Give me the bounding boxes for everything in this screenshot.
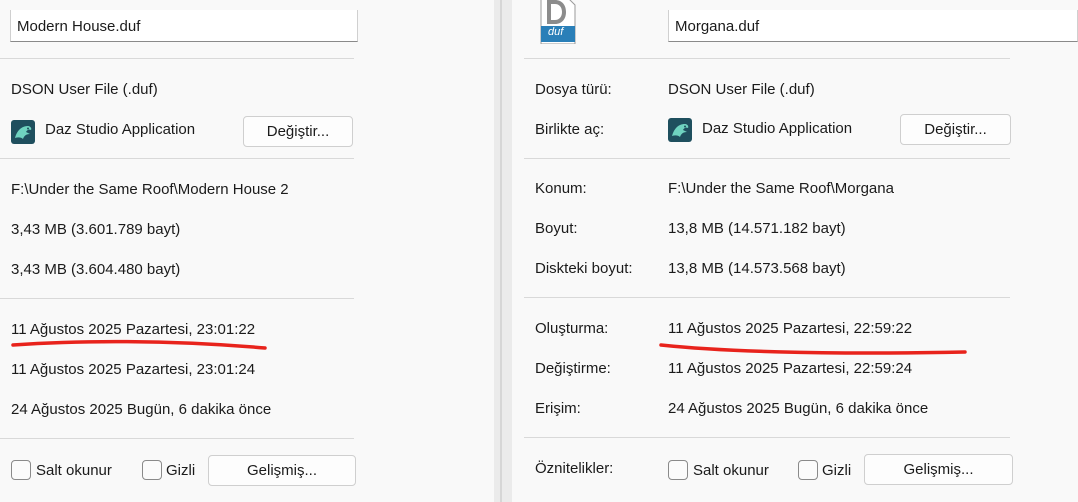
file-name-value: Morgana.duf (675, 18, 760, 35)
location-value: F:\Under the Same Roof\Modern House 2 (11, 181, 289, 198)
change-open-with-button[interactable]: Değiştir... (900, 114, 1011, 145)
change-open-with-button[interactable]: Değiştir... (243, 116, 353, 147)
readonly-label: Salt okunur (693, 462, 769, 479)
separator (524, 297, 1010, 298)
separator (0, 298, 354, 299)
right-properties-panel: duf Morgana.duf Dosya türü: DSON User Fi… (512, 0, 1078, 502)
red-underline-annotation (11, 339, 267, 350)
size-on-disk-value: 13,8 MB (14.573.568 bayt) (668, 260, 846, 277)
created-label: Oluşturma: (535, 320, 609, 337)
separator (0, 158, 354, 159)
hidden-checkbox[interactable] (142, 460, 162, 480)
accessed-label: Erişim: (535, 400, 581, 417)
file-type-value: DSON User File (.duf) (11, 81, 158, 98)
size-on-disk-label: Diskteki boyut: (535, 260, 633, 277)
window-divider (494, 0, 512, 502)
red-underline-annotation (659, 343, 967, 355)
size-on-disk-value: 3,43 MB (3.604.480 bayt) (11, 261, 181, 278)
open-with-label: Birlikte aç: (535, 121, 605, 138)
file-name-value: Modern House.duf (17, 18, 141, 35)
file-type-value: DSON User File (.duf) (668, 81, 815, 98)
file-name-input[interactable]: Morgana.duf (668, 10, 1078, 42)
file-name-input[interactable]: Modern House.duf (10, 10, 358, 42)
open-with-app-name: Daz Studio Application (702, 120, 853, 137)
separator (524, 58, 1010, 59)
separator (0, 58, 354, 59)
left-properties-panel: Modern House.duf DSON User File (.duf) D… (0, 0, 494, 502)
advanced-button[interactable]: Gelişmiş... (208, 455, 356, 486)
accessed-value: 24 Ağustos 2025 Bugün, 6 dakika önce (11, 401, 272, 418)
readonly-checkbox[interactable] (11, 460, 31, 480)
modified-value: 11 Ağustos 2025 Pazartesi, 23:01:24 (11, 361, 256, 378)
accessed-value: 24 Ağustos 2025 Bugün, 6 dakika önce (668, 400, 929, 417)
separator (524, 437, 1010, 438)
created-value: 11 Ağustos 2025 Pazartesi, 23:01:22 (11, 321, 256, 338)
modified-value: 11 Ağustos 2025 Pazartesi, 22:59:24 (668, 360, 913, 377)
created-value: 11 Ağustos 2025 Pazartesi, 22:59:22 (668, 320, 913, 337)
location-value: F:\Under the Same Roof\Morgana (668, 180, 894, 197)
separator (524, 158, 1010, 159)
readonly-checkbox[interactable] (668, 460, 688, 480)
location-label: Konum: (535, 180, 587, 197)
hidden-label: Gizli (166, 462, 196, 479)
attributes-label: Öznitelikler: (535, 460, 614, 477)
open-with-app-name: Daz Studio Application (45, 121, 196, 138)
size-label: Boyut: (535, 220, 578, 237)
hidden-label: Gizli (822, 462, 852, 479)
hidden-checkbox[interactable] (798, 460, 818, 480)
daz-studio-app-icon (668, 118, 692, 142)
modified-label: Değiştirme: (535, 360, 611, 377)
readonly-label: Salt okunur (36, 462, 112, 479)
separator (0, 438, 354, 439)
duf-file-icon: duf (540, 0, 576, 48)
size-value: 3,43 MB (3.601.789 bayt) (11, 221, 181, 238)
file-icon-label: duf (548, 26, 564, 38)
file-type-label: Dosya türü: (535, 81, 612, 98)
size-value: 13,8 MB (14.571.182 bayt) (668, 220, 846, 237)
daz-studio-app-icon (11, 120, 35, 144)
advanced-button[interactable]: Gelişmiş... (864, 454, 1013, 485)
